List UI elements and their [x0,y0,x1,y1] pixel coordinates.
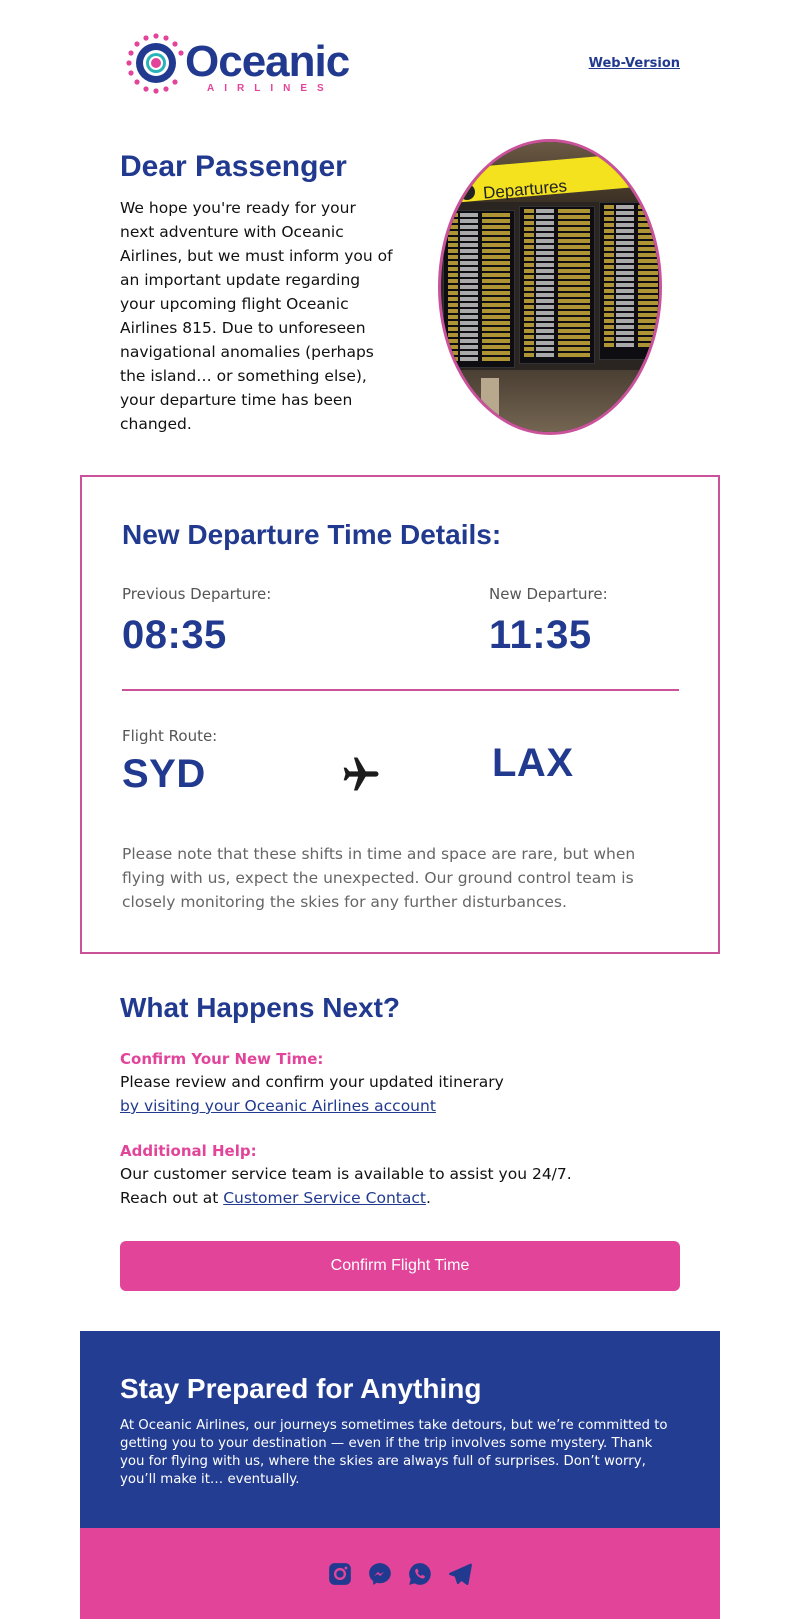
photo-board-right [599,202,659,360]
next-steps-heading: What Happens Next? [120,992,401,1023]
whatsapp-icon[interactable] [407,1561,433,1587]
logo-subtitle: AIRLINES [207,83,334,94]
details-note: Please note that these shifts in time an… [122,845,636,911]
previous-departure-label: Previous Departure: [122,585,272,603]
greeting-heading: Dear Passenger [120,150,347,183]
departure-details-box: New Departure Time Details: Previous Dep… [80,475,720,954]
departures-board-photo: Departures [438,139,662,435]
airplane-icon [343,757,379,791]
new-departure-time: 11:35 [489,613,592,657]
photo-pillar [481,378,499,432]
departures-plane-icon [459,184,475,200]
customer-service-link[interactable]: Customer Service Contact [223,1189,426,1207]
destination-airport: LAX [492,741,574,785]
new-departure-label: New Departure: [489,585,608,603]
help-text: Our customer service team is available t… [120,1165,572,1183]
help-heading: Additional Help: [120,1142,257,1160]
account-link[interactable]: by visiting your Oceanic Airlines accoun… [120,1097,436,1115]
details-divider [122,689,679,691]
help-suffix: . [425,1189,431,1207]
photo-floor [441,370,659,432]
help-prefix: Reach out at [120,1189,224,1207]
logo-emblem-icon [126,33,184,94]
confirm-flight-time-button[interactable]: Confirm Flight Time [120,1241,680,1291]
web-version-link[interactable]: Web-Version [589,56,680,71]
help-contact-line: Reach out at Customer Service Contact. [120,1189,431,1207]
oceanic-logo: Oceanic AIRLINES [125,30,350,100]
confirm-heading: Confirm Your New Time: [120,1050,324,1068]
details-heading: New Departure Time Details: [122,519,502,550]
stay-prepared-heading: Stay Prepared for Anything [120,1373,482,1404]
logo-wordmark: Oceanic [185,37,350,86]
social-footer [80,1528,720,1619]
intro-paragraph: We hope you're ready for your next adven… [120,199,393,433]
messenger-icon[interactable] [367,1561,393,1587]
stay-prepared-text: At Oceanic Airlines, our journeys someti… [120,1418,668,1487]
previous-departure-time: 08:35 [122,613,227,657]
flight-route-label: Flight Route: [122,727,218,745]
social-icons [80,1561,720,1587]
photo-board-left [443,210,515,368]
photo-board-middle [519,206,595,364]
instagram-icon[interactable] [327,1561,353,1587]
confirm-text: Please review and confirm your updated i… [120,1073,504,1091]
origin-airport: SYD [122,752,206,796]
stay-prepared-section: Stay Prepared for Anything At Oceanic Ai… [80,1331,720,1528]
email-container: Oceanic AIRLINES Web-Version Dear Passen… [80,0,720,1619]
telegram-icon[interactable] [447,1561,473,1587]
